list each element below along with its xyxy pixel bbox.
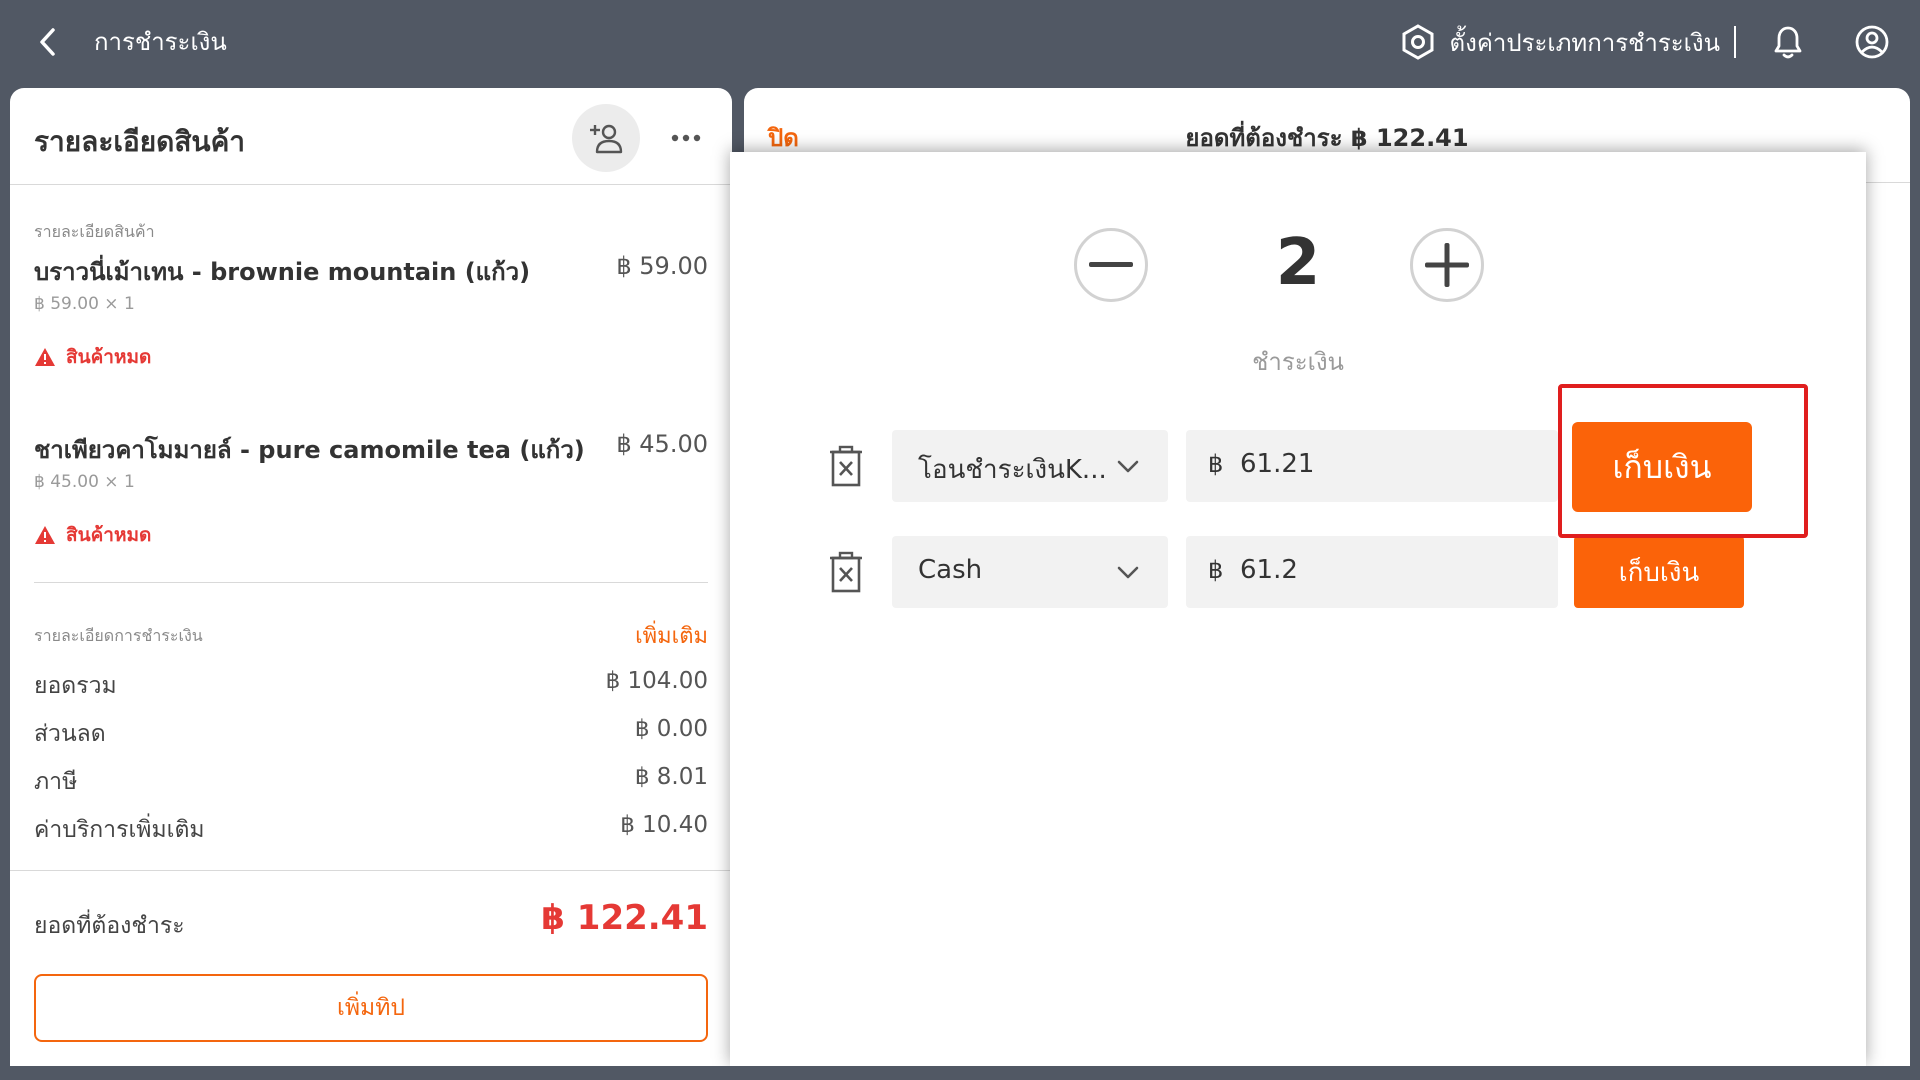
amount-due-value: ฿ 122.41 xyxy=(541,898,708,938)
item-price: ฿ 59.00 xyxy=(616,252,708,280)
bottom-strip xyxy=(0,1066,1920,1080)
delete-payment-button[interactable] xyxy=(824,550,868,594)
currency-symbol: ฿ xyxy=(1208,450,1224,478)
payment-method-select[interactable]: โอนชำระเงินK... xyxy=(892,430,1168,502)
add-customer-button[interactable] xyxy=(572,104,640,172)
out-of-stock-label: สินค้าหมด xyxy=(66,346,152,368)
decrease-split-button[interactable] xyxy=(1074,228,1148,302)
subtotal-value: ฿ 104.00 xyxy=(605,668,708,694)
payment-row: โอนชำระเงินK... ฿ 61.21 เก็บเงิน xyxy=(730,422,1866,512)
item-name: ชาเพียวคาโมมายล์ - pure camomile tea (แก… xyxy=(34,436,585,464)
order-details-header: รายละเอียดสินค้า xyxy=(10,88,732,185)
bell-icon xyxy=(1774,26,1802,59)
add-more-link[interactable]: เพิ่มเติม xyxy=(635,618,708,653)
trash-icon xyxy=(830,551,862,593)
tax-label: ภาษี xyxy=(34,769,78,795)
user-circle-icon xyxy=(1855,25,1889,59)
add-tip-button[interactable]: เพิ่มทิป xyxy=(34,974,708,1042)
currency-symbol: ฿ xyxy=(1208,556,1224,584)
service-charge-value: ฿ 10.40 xyxy=(620,812,708,838)
payment-row: Cash ฿ 61.2 เก็บเงิน xyxy=(730,536,1866,608)
discount-value: ฿ 0.00 xyxy=(634,716,708,742)
out-of-stock-badge: สินค้าหมด xyxy=(34,342,151,372)
plus-icon xyxy=(1425,243,1469,287)
trash-icon xyxy=(830,445,862,487)
tax-value: ฿ 8.01 xyxy=(634,764,708,790)
payment-method-select[interactable]: Cash xyxy=(892,536,1168,608)
divider xyxy=(34,582,708,583)
payment-amount-input[interactable]: ฿ 61.2 xyxy=(1186,536,1558,608)
add-user-icon xyxy=(590,124,623,154)
payment-method-value: โอนชำระเงินK... xyxy=(918,455,1107,485)
order-details-panel: รายละเอียดสินค้า รายละเอียดสินค้า บราวนี… xyxy=(10,88,732,1066)
delete-payment-button[interactable] xyxy=(824,444,868,488)
split-count: 2 xyxy=(1275,226,1321,300)
payment-method-value: Cash xyxy=(918,555,983,585)
payment-details-caption: รายละเอียดการชำระเงิน xyxy=(34,626,203,645)
out-of-stock-label: สินค้าหมด xyxy=(66,524,152,546)
more-options-button[interactable] xyxy=(664,118,708,158)
split-caption: ชำระเงิน xyxy=(1252,348,1344,376)
warning-icon xyxy=(35,526,55,544)
order-details-title: รายละเอียดสินค้า xyxy=(34,125,246,158)
chevron-down-icon xyxy=(1117,566,1139,579)
back-button[interactable] xyxy=(30,24,66,60)
page-title: การชำระเงิน xyxy=(94,28,227,56)
warning-icon xyxy=(35,348,55,366)
payment-amount-value: 61.21 xyxy=(1240,449,1315,479)
amount-due-label: ยอดที่ต้องชำระ xyxy=(34,913,185,939)
payment-amount-input[interactable]: ฿ 61.21 xyxy=(1186,430,1558,502)
item-unit-qty: ฿ 59.00 × 1 xyxy=(34,294,135,314)
chevron-down-icon xyxy=(1117,460,1139,473)
discount-label: ส่วนลด xyxy=(34,721,106,747)
top-bar: การชำระเงิน ตั้งค่าประเภทการชำระเงิน xyxy=(0,0,1920,86)
collect-payment-button[interactable]: เก็บเงิน xyxy=(1574,536,1744,608)
profile-button[interactable] xyxy=(1852,22,1892,62)
collect-payment-button[interactable]: เก็บเงิน xyxy=(1572,422,1752,512)
payment-type-settings-button[interactable]: ตั้งค่าประเภทการชำระเงิน xyxy=(1400,22,1720,62)
split-payment-sheet: 2 ชำระเงิน โอนชำระเงินK... ฿ 61.21 เก็บเ… xyxy=(730,152,1866,1066)
item-price: ฿ 45.00 xyxy=(616,430,708,458)
back-icon xyxy=(40,28,55,56)
item-name: บราวนี่เม้าเทน - brownie mountain (แก้ว) xyxy=(34,258,531,286)
settings-hex-icon xyxy=(1402,24,1434,60)
increase-split-button[interactable] xyxy=(1410,228,1484,302)
more-dots-icon xyxy=(671,134,701,142)
divider xyxy=(10,870,732,871)
subtotal-label: ยอดรวม xyxy=(34,673,117,699)
minus-icon xyxy=(1089,262,1133,267)
notifications-button[interactable] xyxy=(1768,22,1808,62)
divider xyxy=(1734,26,1736,58)
settings-label: ตั้งค่าประเภทการชำระเงิน xyxy=(1449,28,1720,57)
payment-amount-value: 61.2 xyxy=(1240,555,1298,585)
out-of-stock-badge: สินค้าหมด xyxy=(34,520,151,550)
products-caption: รายละเอียดสินค้า xyxy=(34,222,155,241)
item-unit-qty: ฿ 45.00 × 1 xyxy=(34,472,135,492)
service-charge-label: ค่าบริการเพิ่มเติม xyxy=(34,817,205,843)
